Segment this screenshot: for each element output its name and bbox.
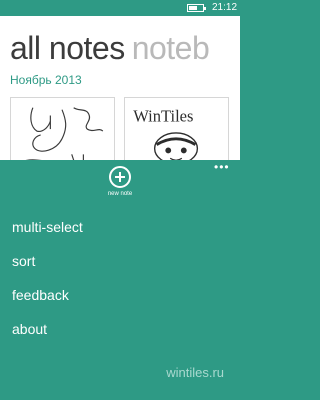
content-area: 21:12 all notes noteb Ноябрь 2013 WinTile… bbox=[0, 0, 240, 167]
note-tile[interactable] bbox=[10, 97, 115, 167]
new-note-button[interactable]: new note bbox=[104, 166, 136, 197]
status-time: 21:12 bbox=[212, 2, 238, 13]
watermark: wintiles.ru bbox=[166, 365, 224, 380]
pivot-header[interactable]: all notes noteb bbox=[10, 30, 210, 66]
menu-item-sort[interactable]: sort bbox=[12, 252, 83, 286]
ellipsis-icon[interactable]: ••• bbox=[214, 161, 230, 173]
app-bar-menu: multi-select sort feedback about bbox=[12, 218, 83, 354]
app-bar: ••• new note multi-select sort feedback … bbox=[0, 160, 240, 400]
next-pivot-title[interactable]: noteb bbox=[132, 30, 210, 66]
month-header: Ноябрь 2013 bbox=[10, 73, 82, 87]
screen: 21:12 all notes noteb Ноябрь 2013 WinTile… bbox=[0, 0, 240, 400]
page-title[interactable]: all notes bbox=[10, 30, 125, 66]
plus-icon bbox=[109, 166, 131, 188]
battery-icon bbox=[187, 4, 206, 12]
battery-level bbox=[189, 6, 197, 10]
wintiles-sketch-image: WinTiles bbox=[133, 106, 199, 165]
menu-item-multi-select[interactable]: multi-select bbox=[12, 218, 83, 252]
note-tile[interactable]: WinTiles bbox=[124, 97, 229, 167]
menu-item-about[interactable]: about bbox=[12, 320, 83, 354]
handwriting-sketch-image bbox=[20, 107, 104, 166]
status-bar: 21:12 bbox=[0, 0, 240, 16]
new-note-label: new note bbox=[107, 191, 133, 197]
menu-item-feedback[interactable]: feedback bbox=[12, 286, 83, 320]
wintiles-sketch-text: WinTiles bbox=[133, 106, 193, 125]
